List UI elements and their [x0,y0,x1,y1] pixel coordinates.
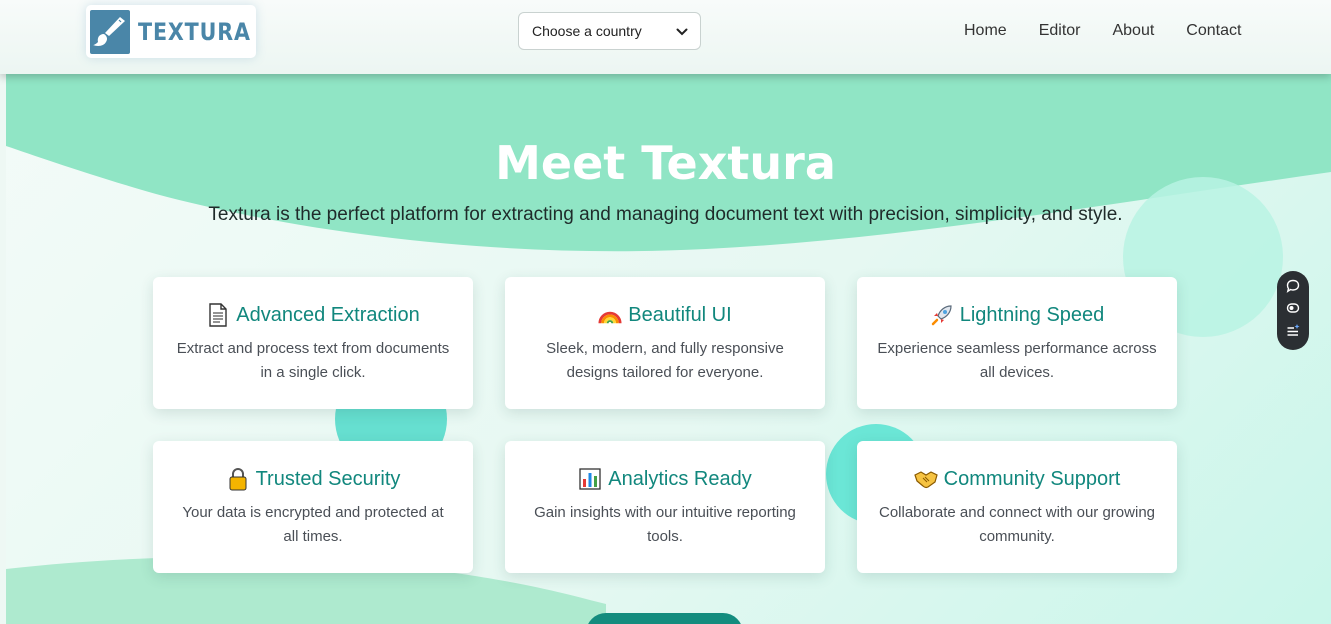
feature-card-trusted-security: Trusted Security Your data is encrypted … [153,441,473,573]
lock-icon [226,467,250,491]
country-select[interactable]: Choose a country [518,12,701,50]
feature-title: Trusted Security [255,467,401,490]
cta-button[interactable] [586,613,743,624]
logo-text: TEXTURA [138,17,251,46]
feature-title: Beautiful UI [628,303,732,326]
feature-card-lightning-speed: Lightning Speed Experience seamless perf… [857,277,1177,409]
feature-description: Sleek, modern, and fully responsive desi… [546,340,784,381]
feature-title: Analytics Ready [608,467,752,490]
feature-card-advanced-extraction: Advanced Extraction Extract and process … [153,277,473,409]
nav-contact[interactable]: Contact [1186,22,1241,40]
list-sparkle-icon[interactable] [1286,323,1300,342]
feature-title: Advanced Extraction [236,303,420,326]
chat-bubble-icon[interactable] [1286,279,1300,298]
hero-section: Meet Textura Textura is the perfect plat… [6,74,1331,624]
feature-description: Collaborate and connect with our growing… [879,504,1155,545]
hero-title: Meet Textura [495,136,836,190]
floating-toolbar [1277,271,1309,350]
nav-about[interactable]: About [1112,22,1154,40]
toggle-icon[interactable] [1286,301,1300,320]
rainbow-icon [598,303,622,327]
feature-title: Lightning Speed [959,303,1105,326]
hero-subtitle: Textura is the perfect platform for extr… [208,204,1123,225]
chevron-down-icon [676,23,688,39]
feature-description: Your data is encrypted and protected at … [182,504,444,545]
bar-chart-icon [578,467,602,491]
document-icon [206,303,230,327]
main-nav: Home Editor About Contact [964,22,1241,40]
feature-card-beautiful-ui: Beautiful UI Sleek, modern, and fully re… [505,277,825,409]
paintbrush-icon [90,9,130,54]
logo[interactable]: TEXTURA [86,5,256,58]
feature-card-community-support: Community Support Collaborate and connec… [857,441,1177,573]
nav-editor[interactable]: Editor [1039,22,1081,40]
handshake-icon [913,467,938,491]
feature-description: Experience seamless performance across a… [877,340,1157,381]
feature-description: Extract and process text from documents … [176,340,450,381]
feature-title: Community Support [943,467,1121,490]
nav-home[interactable]: Home [964,22,1007,40]
feature-description: Gain insights with our intuitive reporti… [534,504,796,545]
rocket-icon [930,303,954,327]
country-select-value: Choose a country [532,23,642,39]
feature-card-analytics-ready: Analytics Ready Gain insights with our i… [505,441,825,573]
site-header: TEXTURA Choose a country Home Editor Abo… [0,0,1331,74]
